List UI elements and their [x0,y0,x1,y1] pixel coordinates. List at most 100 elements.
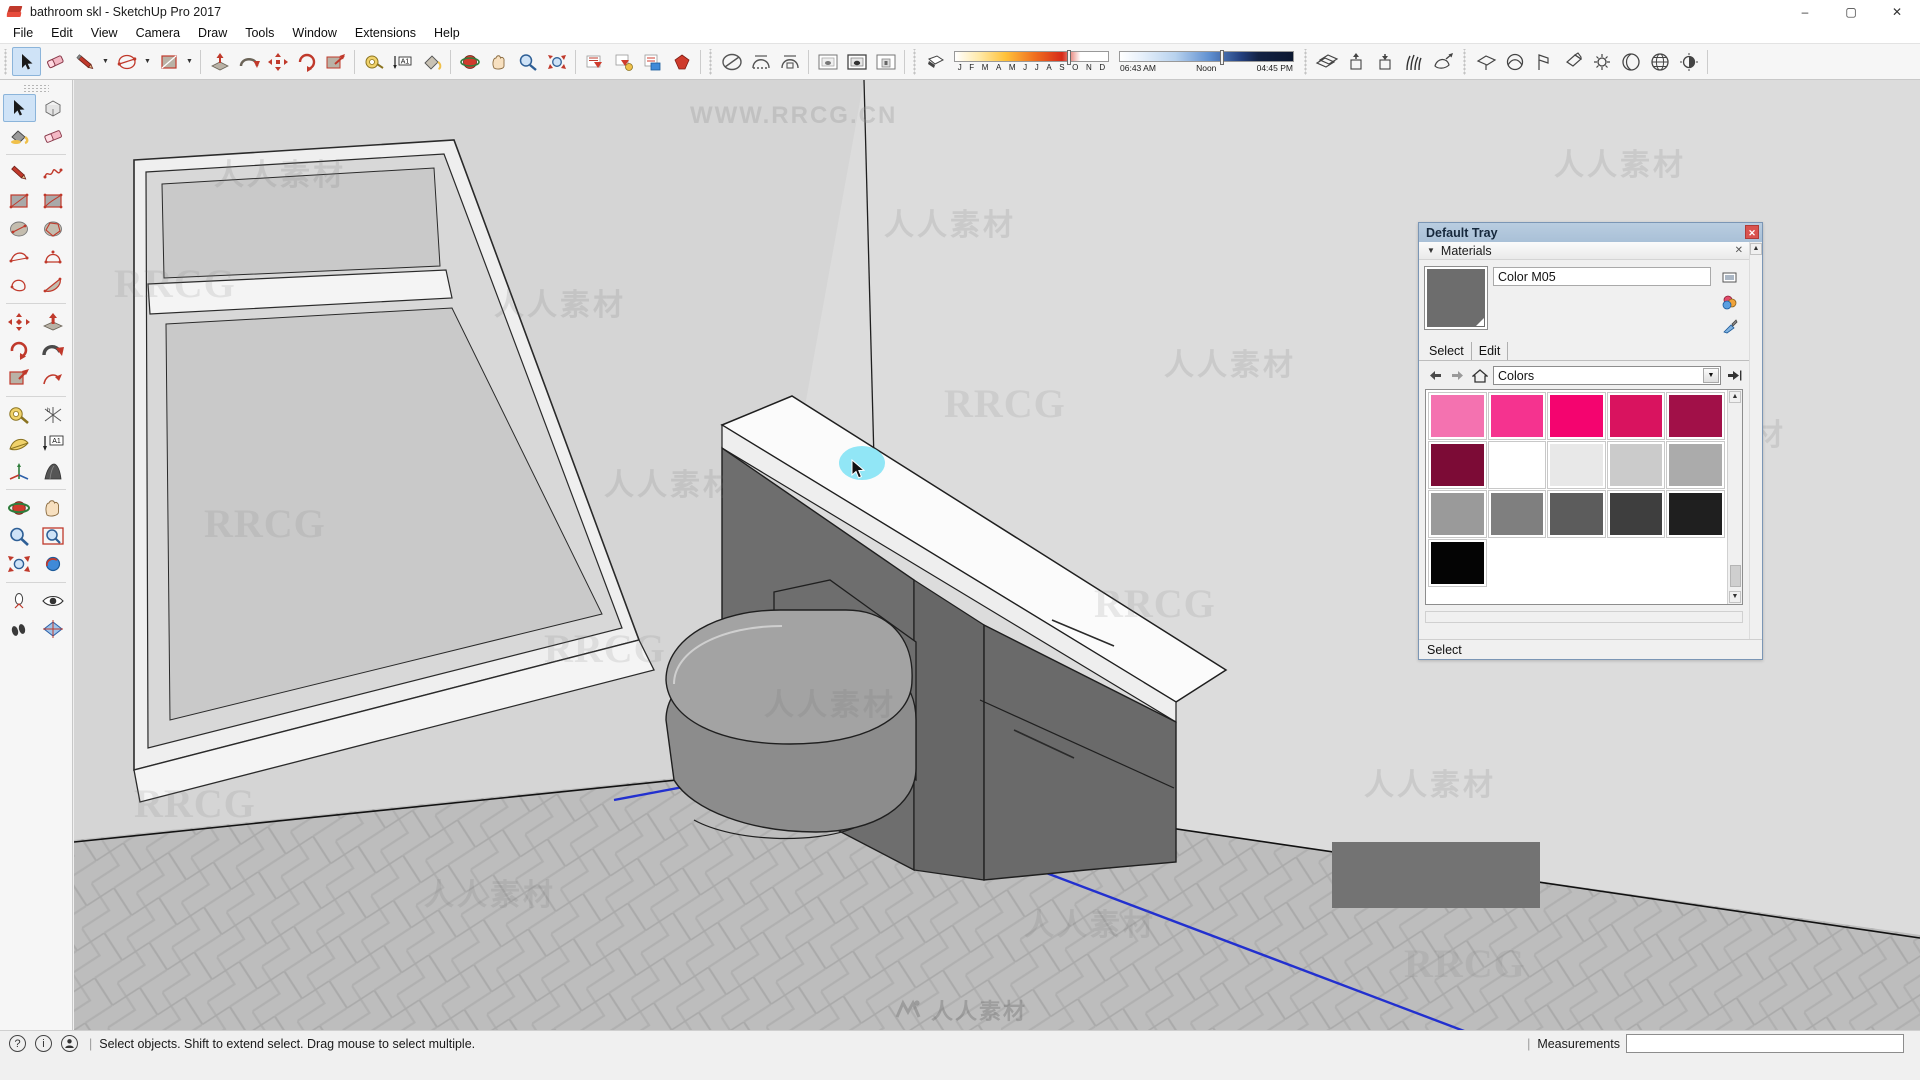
left-tool-follow-me[interactable] [37,336,70,364]
tool-intersect[interactable] [1341,47,1370,76]
menu-draw[interactable]: Draw [189,23,236,43]
menu-view[interactable]: View [82,23,127,43]
rectangle-dropdown-arrow[interactable]: ▼ [183,47,196,76]
tool-shadow-toggle[interactable] [921,47,950,76]
left-tool-orbit[interactable] [3,494,36,522]
color-swatch[interactable] [1606,441,1666,489]
left-tool-move[interactable] [3,308,36,336]
tray-scroll-up-arrow[interactable]: ▲ [1750,243,1762,255]
measurements-input[interactable] [1626,1034,1904,1053]
color-swatch-area[interactable]: ▲ ▼ [1425,389,1743,605]
left-tool-3d-text[interactable] [37,457,70,485]
tool-pencil[interactable] [70,47,99,76]
scroll-down-arrow[interactable]: ▼ [1729,591,1741,603]
left-tool-offset[interactable] [37,364,70,392]
person-icon[interactable] [61,1035,78,1052]
tab-select[interactable]: Select [1427,342,1472,360]
tool-ruby-console[interactable] [667,47,696,76]
library-details-icon[interactable] [1726,368,1743,384]
left-tool-pan[interactable] [37,494,70,522]
tab-edit[interactable]: Edit [1477,342,1509,360]
toolbar-grip[interactable] [707,48,715,75]
left-tool-rotate[interactable] [3,336,36,364]
left-tool-rotated-rectangle[interactable] [37,187,70,215]
tool-zoom-extents[interactable] [542,47,571,76]
tool-paint-bucket[interactable] [417,47,446,76]
left-tool-polygon[interactable] [37,215,70,243]
left-tool-two-point-arc[interactable] [37,243,70,271]
menu-edit[interactable]: Edit [42,23,82,43]
tool-display-section-planes[interactable] [842,47,871,76]
scrollbar-thumb[interactable] [1729,565,1741,587]
color-swatch-grid[interactable] [1426,390,1727,604]
tray-title-bar[interactable]: Default Tray ✕ [1419,223,1762,242]
pencil-dropdown-arrow[interactable]: ▼ [99,47,112,76]
shadow-time-control[interactable]: 06:43 AM Noon 04:45 PM [1119,49,1294,73]
menu-tools[interactable]: Tools [236,23,283,43]
tool-camera-show-frustum[interactable] [1558,47,1587,76]
tool-eraser[interactable] [41,47,70,76]
tool-orbit[interactable] [455,47,484,76]
shadow-month-slider[interactable] [954,50,1109,65]
tool-extension-warehouse[interactable] [638,47,667,76]
left-tool-arc[interactable] [3,243,36,271]
left-tool-select[interactable] [2,94,36,122]
color-swatch[interactable] [1487,490,1547,538]
chevron-down-icon[interactable]: ▼ [1703,368,1719,383]
toolbar-grip[interactable] [2,48,10,75]
tool-globe[interactable] [1645,47,1674,76]
tool-rotate[interactable] [292,47,321,76]
left-tool-line[interactable] [3,159,36,187]
left-tool-push-pull[interactable] [37,308,70,336]
tool-dimension[interactable]: A1 [388,47,417,76]
left-tool-dimension[interactable]: A1 [37,429,70,457]
swatch-scrollbar[interactable]: ▲ ▼ [1727,390,1742,604]
shadow-time-slider[interactable] [1119,49,1294,65]
left-tool-freehand[interactable] [37,159,70,187]
left-toolbar-grip[interactable] [23,84,49,92]
tool-camera-look-through[interactable] [1500,47,1529,76]
month-slider-thumb[interactable] [1066,50,1071,65]
tool-style-wireframe[interactable] [775,47,804,76]
toolbar-grip[interactable] [1302,48,1310,75]
color-swatch[interactable] [1428,441,1487,489]
left-tool-walk[interactable] [3,615,36,643]
tray-horizontal-scrollbar[interactable] [1425,611,1743,623]
tool-follow-me[interactable] [234,47,263,76]
tool-zoom[interactable] [513,47,542,76]
close-button[interactable]: ✕ [1874,0,1920,23]
left-tool-make-component[interactable] [37,94,70,122]
tool-sandbox-from-contours[interactable] [1428,47,1457,76]
maximize-button[interactable]: ▢ [1828,0,1874,23]
menu-camera[interactable]: Camera [127,23,189,43]
tray-scrollbar[interactable]: ▲ ▼ [1749,242,1762,659]
color-swatch[interactable] [1666,490,1725,538]
tool-dome[interactable] [1616,47,1645,76]
tray-close-button[interactable]: ✕ [1745,225,1759,239]
tool-pan[interactable] [484,47,513,76]
tool-move[interactable] [263,47,292,76]
tool-share-model[interactable] [609,47,638,76]
tool-arc[interactable] [112,47,141,76]
tool-push-pull[interactable] [205,47,234,76]
arc-dropdown-arrow[interactable]: ▼ [141,47,154,76]
left-tool-position-camera[interactable] [3,587,36,615]
toolbar-grip[interactable] [911,48,919,75]
color-swatch[interactable] [1547,441,1606,489]
left-tool-scale[interactable] [3,364,36,392]
menu-file[interactable]: File [4,23,42,43]
color-swatch[interactable] [1487,392,1547,440]
menu-window[interactable]: Window [283,23,345,43]
tool-tape-measure[interactable] [359,47,388,76]
menu-help[interactable]: Help [425,23,469,43]
nav-forward-icon[interactable] [1449,368,1466,384]
tool-select-arrow[interactable] [12,47,41,76]
left-tool-pie[interactable] [37,271,70,299]
display-secondary-icon[interactable] [1720,269,1740,287]
left-tool-rectangle[interactable] [3,187,36,215]
time-slider-thumb[interactable] [1220,49,1225,65]
left-tool-protractor-tool[interactable] [3,429,36,457]
color-swatch[interactable] [1547,392,1606,440]
current-material-swatch[interactable] [1424,266,1488,330]
tool-display-section-cuts[interactable] [871,47,900,76]
